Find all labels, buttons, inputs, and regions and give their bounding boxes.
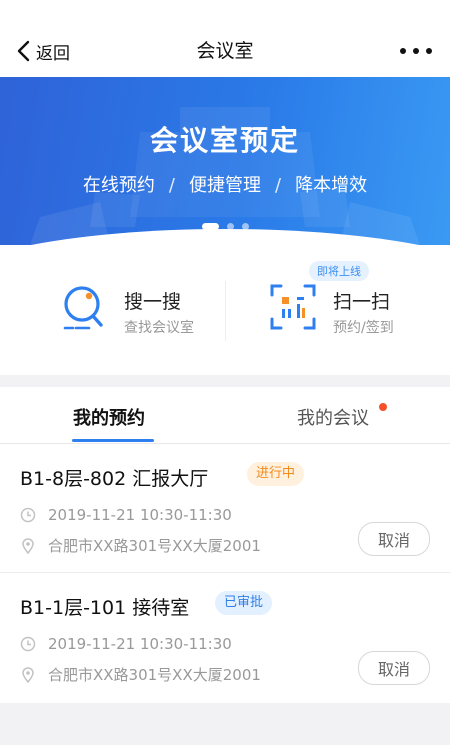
time-row: 2019-11-21 10:30-11:30 (20, 506, 232, 524)
status-badge: 已审批 (215, 591, 273, 615)
more-dot-icon (400, 48, 406, 54)
actions-divider (225, 281, 226, 341)
hero-banner[interactable]: 会议室预定 在线预约 / 便捷管理 / 降本增效 (0, 77, 450, 245)
qr-scan-icon (270, 284, 316, 330)
conference-room-illustration (30, 107, 420, 245)
tab-my-meetings[interactable]: 我的会议 (297, 404, 369, 430)
status-badge: 进行中 (247, 462, 305, 486)
cancel-button[interactable]: 取消 (358, 522, 430, 556)
reservation-time: 2019-11-21 10:30-11:30 (48, 506, 232, 524)
carousel-dot[interactable] (226, 223, 234, 230)
location-pin-icon (22, 666, 34, 683)
carousel-indicator (0, 223, 450, 230)
cancel-button[interactable]: 取消 (358, 651, 430, 685)
banner-subtitle-item: 降本增效 (295, 175, 368, 196)
more-dot-icon (413, 48, 419, 54)
scan-action-desc: 预约/签到 (333, 320, 394, 336)
reservations-panel: 我的预约 我的会议 B1-8层-802 汇报大厅 进行中 2019-11-21 … (0, 387, 450, 703)
reservation-address: 合肥市XX路301号XX大厦2001 (48, 537, 261, 555)
banner-subtitle-item: 便捷管理 (189, 175, 261, 196)
navigation-bar: 返回 会议室 (0, 0, 450, 77)
search-magnifier-icon (63, 286, 103, 330)
active-tab-indicator (72, 439, 154, 442)
location-pin-icon (22, 537, 34, 554)
search-action-label: 搜一搜 (124, 291, 182, 313)
more-menu-button[interactable] (400, 44, 432, 58)
banner-separator: / (275, 175, 282, 196)
address-row: 合肥市XX路301号XX大厦2001 (20, 664, 261, 685)
quick-actions: 搜一搜 查找会议室 即将上线 扫一扫 预约/签到 (0, 245, 450, 375)
reservation-time: 2019-11-21 10:30-11:30 (48, 635, 232, 653)
banner-title: 会议室预定 (149, 124, 300, 157)
carousel-dot-active[interactable] (201, 223, 219, 230)
reservation-address: 合肥市XX路301号XX大厦2001 (48, 666, 261, 684)
clock-icon (20, 507, 36, 523)
banner-subtitle: 在线预约 / 便捷管理 / 降本增效 (0, 171, 450, 197)
banner-separator: / (168, 175, 175, 196)
clock-icon (20, 636, 36, 652)
reservation-card[interactable]: B1-8层-802 汇报大厅 进行中 2019-11-21 10:30-11:3… (0, 444, 450, 572)
reservation-card[interactable]: B1-1层-101 接待室 已审批 2019-11-21 10:30-11:30… (0, 573, 450, 701)
tab-my-reservations[interactable]: 我的预约 (73, 404, 145, 430)
tab-bar: 我的预约 我的会议 (0, 387, 450, 444)
page-title: 会议室 (196, 40, 254, 62)
carousel-dot[interactable] (241, 223, 249, 230)
time-row: 2019-11-21 10:30-11:30 (20, 635, 232, 653)
room-name: B1-8层-802 汇报大厅 (20, 468, 209, 490)
address-row: 合肥市XX路301号XX大厦2001 (20, 535, 261, 556)
more-dot-icon (426, 48, 432, 54)
search-action-desc: 查找会议室 (124, 320, 194, 336)
scan-action-label: 扫一扫 (333, 291, 391, 313)
room-name: B1-1层-101 接待室 (20, 597, 190, 619)
coming-soon-badge: 即将上线 (309, 261, 369, 281)
notification-dot (379, 403, 387, 411)
banner-subtitle-item: 在线预约 (82, 175, 155, 196)
